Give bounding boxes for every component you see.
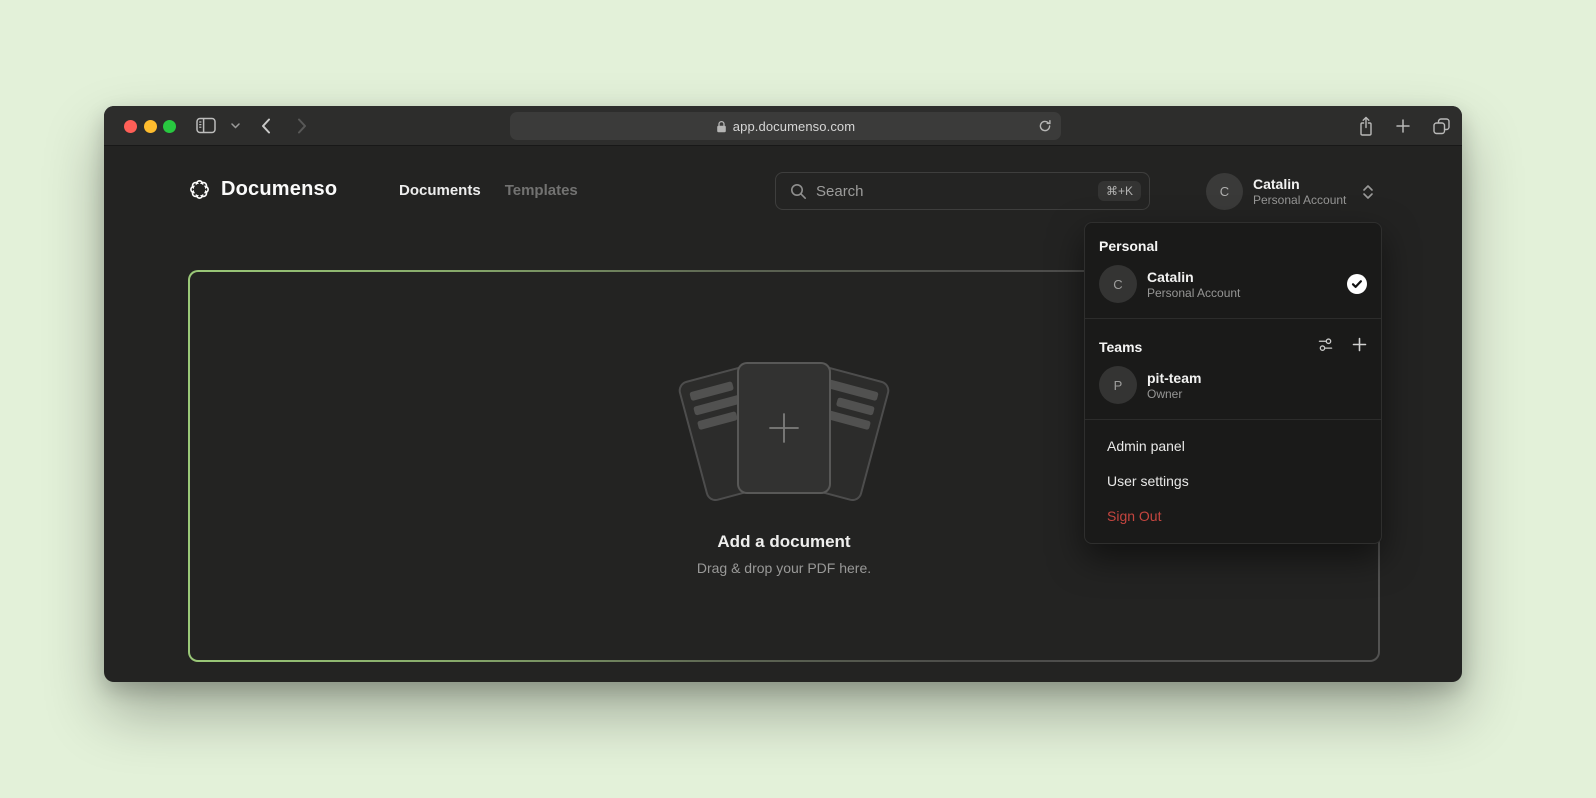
- documenso-seal-icon: [188, 178, 211, 201]
- menu-item-team[interactable]: P pit-team Owner: [1085, 363, 1381, 407]
- create-team-icon[interactable]: [1349, 335, 1369, 355]
- menu-link-sign-out[interactable]: Sign Out: [1085, 498, 1381, 533]
- brand-name: Documenso: [221, 178, 337, 201]
- menu-item-personal-account[interactable]: C Catalin Personal Account: [1085, 262, 1381, 306]
- nav-documents[interactable]: Documents: [399, 182, 481, 199]
- avatar: C: [1099, 265, 1137, 303]
- sidebar-chevron-down-icon[interactable]: [231, 123, 240, 129]
- reload-icon[interactable]: [1038, 119, 1052, 133]
- back-icon[interactable]: [261, 118, 271, 134]
- account-subtitle: Personal Account: [1253, 193, 1346, 207]
- forward-icon: [297, 118, 307, 134]
- menu-link-admin-panel[interactable]: Admin panel: [1085, 428, 1381, 463]
- tab-overview-icon[interactable]: [1433, 118, 1450, 135]
- dropzone-subtitle: Drag & drop your PDF here.: [697, 560, 871, 576]
- account-menu-button[interactable]: C Catalin Personal Account: [1206, 173, 1374, 210]
- search-input[interactable]: [816, 183, 1089, 200]
- share-icon[interactable]: [1358, 116, 1374, 136]
- browser-window: app.documenso.com: [104, 106, 1462, 682]
- lock-icon: [716, 120, 727, 133]
- documenso-app: Documenso Documents Templates ⌘+K C: [104, 146, 1462, 682]
- desktop: app.documenso.com: [0, 0, 1596, 798]
- avatar: P: [1099, 366, 1137, 404]
- search-shortcut-badge: ⌘+K: [1098, 181, 1141, 201]
- plus-icon: [767, 411, 801, 445]
- search-icon: [790, 183, 807, 200]
- sidebar-toggle-icon[interactable]: [196, 117, 216, 134]
- avatar: C: [1206, 173, 1243, 210]
- nav-templates[interactable]: Templates: [505, 182, 578, 199]
- chevrons-up-down-icon: [1362, 183, 1374, 201]
- dropzone-title: Add a document: [717, 532, 850, 552]
- address-bar[interactable]: app.documenso.com: [510, 112, 1061, 140]
- account-dropdown-menu: Personal C Catalin Personal Account: [1084, 222, 1382, 544]
- primary-nav: Documents Templates: [399, 182, 578, 199]
- search-bar[interactable]: ⌘+K: [775, 172, 1150, 210]
- document-card-center: [737, 362, 831, 494]
- brand-logo[interactable]: Documenso: [188, 178, 337, 201]
- document-stack-illustration: [689, 356, 879, 506]
- menu-link-user-settings[interactable]: User settings: [1085, 463, 1381, 498]
- window-zoom-button[interactable]: [163, 120, 176, 133]
- check-circle-icon: [1347, 274, 1367, 294]
- account-name: Catalin: [1253, 176, 1346, 192]
- manage-teams-icon[interactable]: [1315, 335, 1335, 355]
- menu-label-teams: Teams: [1085, 334, 1315, 355]
- window-close-button[interactable]: [124, 120, 137, 133]
- window-minimize-button[interactable]: [144, 120, 157, 133]
- new-tab-icon[interactable]: [1396, 119, 1410, 133]
- menu-label-personal: Personal: [1085, 233, 1381, 254]
- browser-titlebar: app.documenso.com: [104, 106, 1462, 146]
- url-text: app.documenso.com: [733, 119, 855, 134]
